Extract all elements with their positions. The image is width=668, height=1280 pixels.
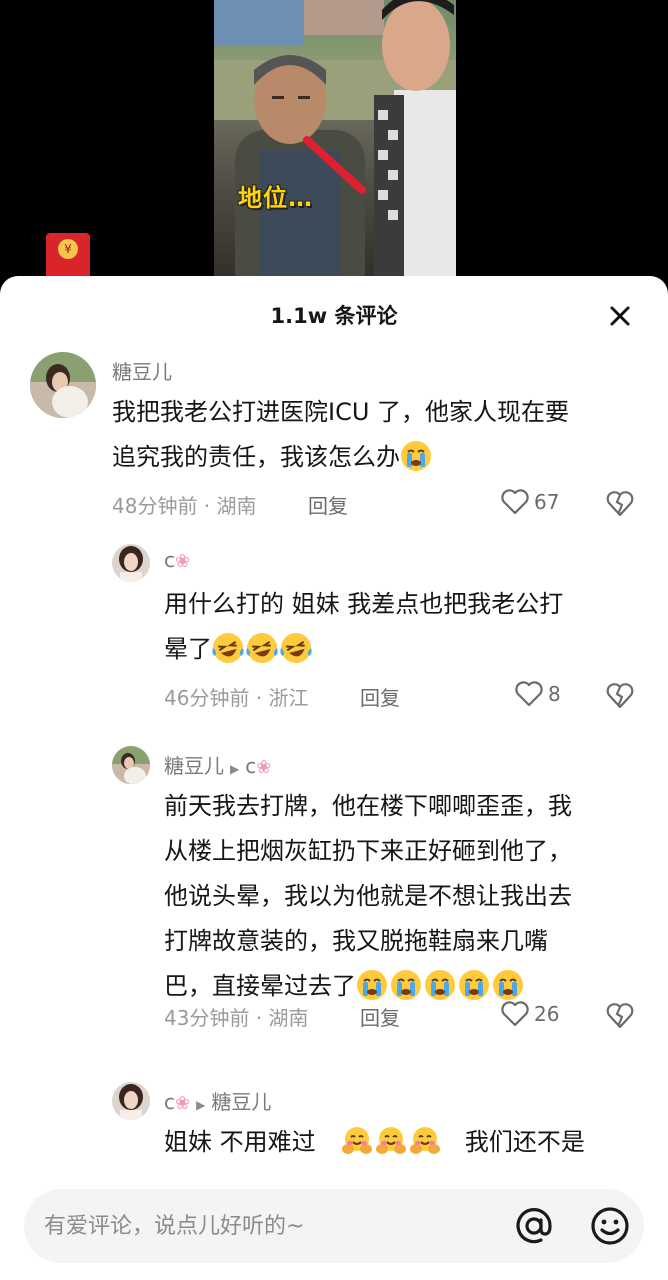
- like-count: 67: [534, 490, 560, 514]
- hugging-face-emoji: [376, 1127, 407, 1154]
- heart-outline-icon: [501, 1001, 529, 1027]
- comment-input[interactable]: [44, 1189, 504, 1263]
- reply-comment-item: c❀ 用什么打的 姐妹 我差点也把我老公打 晕了 46分钟前 · 浙江 回复 8: [0, 544, 668, 724]
- comment-sheet: 1.1w 条评论 糖豆儿 我把我老公打进医院ICU 了，他家人现在要 追究我的责…: [0, 276, 668, 1280]
- comment-text-line: 我把我老公打进医院ICU 了，他家人现在要: [112, 398, 570, 426]
- crying-face-emoji: [391, 970, 421, 1000]
- avatar[interactable]: [30, 352, 96, 418]
- comment-count-title: 1.1w 条评论: [270, 304, 398, 328]
- comment-text-line: 打牌故意装的，我又脱拖鞋扇来几嘴: [164, 927, 548, 955]
- comment-item: 糖豆儿 我把我老公打进医院ICU 了，他家人现在要 追究我的责任，我该怎么办 4…: [0, 352, 668, 532]
- comment-text-line: 晕了: [164, 635, 212, 663]
- reply-button[interactable]: 回复: [360, 1002, 400, 1031]
- reply-comment-item: 糖豆儿 ▶ c❀ 前天我去打牌，他在楼下唧唧歪歪，我 从楼上把烟灰缸扔下来正好砸到他…: [0, 746, 668, 1046]
- comment-text-line: 他说头晕，我以为他就是不想让我出去: [164, 882, 572, 910]
- comment-input-container[interactable]: [24, 1189, 644, 1263]
- comment-text-line: 追究我的责任，我该怎么办: [112, 443, 400, 471]
- username-text: c: [164, 548, 175, 572]
- comment-text: 用什么打的 姐妹 我差点也把我老公打 晕了: [164, 582, 654, 672]
- comment-text: 前天我去打牌，他在楼下唧唧歪歪，我 从楼上把烟灰缸扔下来正好砸到他了， 他说头晕…: [164, 784, 654, 1009]
- broken-heart-icon[interactable]: [606, 1002, 634, 1030]
- at-sign-icon[interactable]: [514, 1206, 554, 1246]
- smiley-icon[interactable]: [590, 1206, 630, 1246]
- like-button[interactable]: 67: [500, 488, 559, 516]
- crying-face-emoji: [357, 970, 387, 1000]
- comment-text-line: 姐妹 不用难过: [164, 1128, 316, 1156]
- comment-sheet-header: 1.1w 条评论: [0, 276, 668, 352]
- comment-username[interactable]: 糖豆儿: [112, 356, 172, 385]
- broken-heart-icon[interactable]: [606, 682, 634, 710]
- like-button[interactable]: 8: [514, 680, 561, 708]
- video-frame[interactable]: [214, 0, 456, 290]
- reply-target-username[interactable]: c❀: [245, 754, 271, 778]
- reply-arrow-icon: ▶: [196, 1098, 206, 1112]
- comment-time-location: 48分钟前 · 湖南: [112, 494, 257, 518]
- comment-username[interactable]: 糖豆儿 ▶ c❀: [164, 750, 271, 779]
- comment-text-line: 巴，直接晕过去了: [164, 972, 356, 1000]
- cherry-blossom-icon: ❀: [175, 1093, 191, 1114]
- close-icon[interactable]: [604, 300, 636, 332]
- reply-button[interactable]: 回复: [308, 490, 348, 519]
- reply-arrow-icon: ▶: [230, 762, 240, 776]
- comment-text-line: 用什么打的 姐妹 我差点也把我老公打: [164, 590, 564, 618]
- comment-text: 我把我老公打进医院ICU 了，他家人现在要 追究我的责任，我该怎么办: [112, 390, 652, 480]
- avatar[interactable]: [112, 544, 150, 582]
- reply-comment-item: c❀ ▶ 糖豆儿 姐妹 不用难过 我们还不是: [0, 1082, 668, 1182]
- comment-username[interactable]: c❀ ▶ 糖豆儿: [164, 1086, 271, 1115]
- crying-face-emoji: [425, 970, 455, 1000]
- heart-outline-icon: [501, 489, 529, 515]
- username-text: 糖豆儿: [164, 754, 224, 778]
- crying-face-emoji: [459, 970, 489, 1000]
- heart-outline-icon: [515, 681, 543, 707]
- avatar[interactable]: [112, 746, 150, 784]
- like-count: 8: [548, 682, 561, 706]
- tears-of-joy-emoji: [212, 633, 244, 663]
- cherry-blossom-icon: ❀: [256, 757, 272, 778]
- video-caption: 地位…: [238, 184, 313, 212]
- comment-username[interactable]: c❀: [164, 548, 190, 572]
- comment-text-line: 我们还不是: [464, 1128, 585, 1156]
- reply-target-username[interactable]: 糖豆儿: [211, 1090, 271, 1114]
- video-player[interactable]: 地位… ¥: [0, 0, 668, 290]
- coin-icon: ¥: [58, 239, 78, 259]
- like-count: 26: [534, 1002, 560, 1026]
- hugging-face-emoji: [410, 1127, 441, 1154]
- comment-input-bar: [0, 1173, 668, 1280]
- username-text: c: [164, 1090, 175, 1114]
- hugging-face-emoji: [342, 1127, 373, 1154]
- comment-list[interactable]: 糖豆儿 我把我老公打进医院ICU 了，他家人现在要 追究我的责任，我该怎么办 4…: [0, 352, 668, 1182]
- like-button[interactable]: 26: [500, 1000, 559, 1028]
- comment-time-location: 43分钟前 · 湖南: [164, 1006, 309, 1030]
- avatar[interactable]: [112, 1082, 150, 1120]
- comment-text-line: 前天我去打牌，他在楼下唧唧歪歪，我: [164, 792, 572, 820]
- reply-button[interactable]: 回复: [360, 682, 400, 711]
- comment-time-location: 46分钟前 · 浙江: [164, 686, 309, 710]
- tears-of-joy-emoji: [280, 633, 312, 663]
- crying-face-emoji: [401, 441, 431, 471]
- comment-text-line: 从楼上把烟灰缸扔下来正好砸到他了，: [164, 837, 572, 865]
- tears-of-joy-emoji: [246, 633, 278, 663]
- young-man-figure: [374, 0, 456, 290]
- cherry-blossom-icon: ❀: [175, 551, 191, 572]
- reply-target-text: c: [245, 754, 257, 778]
- crying-face-emoji: [493, 970, 523, 1000]
- video-background-wall: [214, 0, 304, 45]
- broken-heart-icon[interactable]: [606, 490, 634, 518]
- comment-text: 姐妹 不用难过 我们还不是: [164, 1120, 654, 1165]
